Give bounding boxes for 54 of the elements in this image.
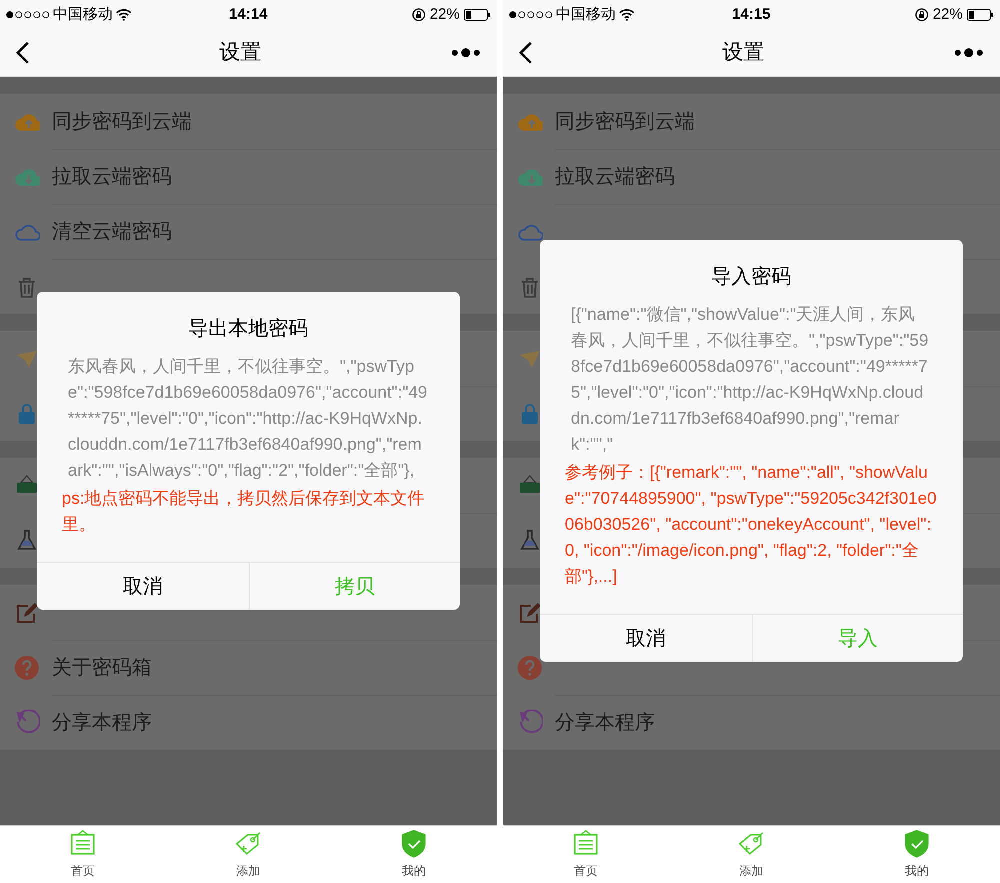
status-time: 14:15 <box>731 4 772 25</box>
wifi-icon <box>116 9 132 21</box>
battery-icon <box>967 9 994 21</box>
list-icon <box>572 830 600 858</box>
tab-item[interactable]: 首页 <box>503 826 669 883</box>
menu-item-label[interactable]: 同步密码到云端 <box>555 106 695 136</box>
tab-item[interactable]: 添加 <box>668 826 834 883</box>
shield-icon <box>400 830 428 858</box>
menu-item-label[interactable]: 同步密码到云端 <box>52 106 192 136</box>
dialog-body-text: 东风春风，人间千里，不似往事空。","pswType":"598fce7d1b69e60058da0976","account":"49*****75","level":"0","icon":"http://ac-K9HqWxNp.clouddn.com/1e7117fb3ef6840af990.png","remark":"","isAlways":"0","flag":"2","folder":"全部"}, <box>67 356 429 482</box>
carrier-name: 中国移动 <box>556 4 616 25</box>
tab-item[interactable]: 我的 <box>834 826 1000 883</box>
status-time: 14:14 <box>228 4 269 25</box>
menu-item-label[interactable]: 分享本程序 <box>555 708 655 738</box>
list-icon <box>68 830 97 858</box>
back-icon[interactable] <box>519 41 533 65</box>
signal-icon <box>509 11 553 19</box>
rotation-lock-icon <box>914 8 929 22</box>
battery-percent: 22% <box>430 4 460 25</box>
cancel-button[interactable]: 取消 <box>540 615 752 662</box>
page-title: 设置 <box>722 40 764 66</box>
tab-item[interactable]: 添加 <box>166 826 332 883</box>
back-icon[interactable] <box>16 41 30 65</box>
dialog-title: 导出本地密码 <box>188 317 310 342</box>
more-icon[interactable] <box>954 48 984 58</box>
page-title: 设置 <box>220 40 262 66</box>
menu-item-label[interactable]: 关于密码箱 <box>52 653 152 683</box>
dialog-title: 导入密码 <box>710 265 792 290</box>
rotation-lock-icon <box>412 8 426 22</box>
confirm-button[interactable]: 拷贝 <box>248 563 460 610</box>
refresh-icon <box>517 710 543 736</box>
help-icon <box>517 654 543 680</box>
menu-item-label[interactable]: 拉取云端密码 <box>52 162 172 192</box>
wifi-icon <box>619 9 635 21</box>
shield-icon <box>903 830 932 858</box>
tag-icon <box>737 830 766 858</box>
dialog-note: ps:地点密码不能导出，拷贝然后保存到文本文件里。 <box>61 488 426 536</box>
menu-item-label[interactable]: 拉取云端密码 <box>555 162 675 192</box>
menu-item-label[interactable]: 分享本程序 <box>52 708 152 738</box>
menu-item-label[interactable]: 清空云端密码 <box>52 217 172 247</box>
battery-percent: 22% <box>932 4 963 25</box>
more-icon[interactable] <box>451 48 481 58</box>
confirm-button[interactable]: 导入 <box>752 615 963 662</box>
cancel-button[interactable]: 取消 <box>37 563 248 610</box>
tab-item[interactable]: 我的 <box>331 826 497 883</box>
tag-icon <box>234 830 262 858</box>
refresh-icon <box>14 710 40 736</box>
help-icon <box>14 654 40 680</box>
signal-icon <box>6 11 50 19</box>
battery-icon <box>464 9 491 21</box>
tab-item[interactable]: 首页 <box>0 826 166 883</box>
dialog-note: 参考例子：[{"remark":"", "name":"all", "showValue":"70744895900", "pswType":"59205c342f301e006b030526", "account":"onekeyAccount", "level":0, "icon":"/image/icon.png", "flag":2, "folder":"全部"},...] <box>564 462 938 588</box>
carrier-name: 中国移动 <box>53 4 113 25</box>
dialog-body-text: [{"name":"微信","showValue":"天涯人间，东风春风，人间千里，不似往事空。","pswType":"598fce7d1b69e60058da0976","account":"49*****75","level":"0","icon":"http://ac-K9HqWxNp.clouddn.com/1e7117fb3ef6840af990.png","remark":""," <box>570 304 930 456</box>
